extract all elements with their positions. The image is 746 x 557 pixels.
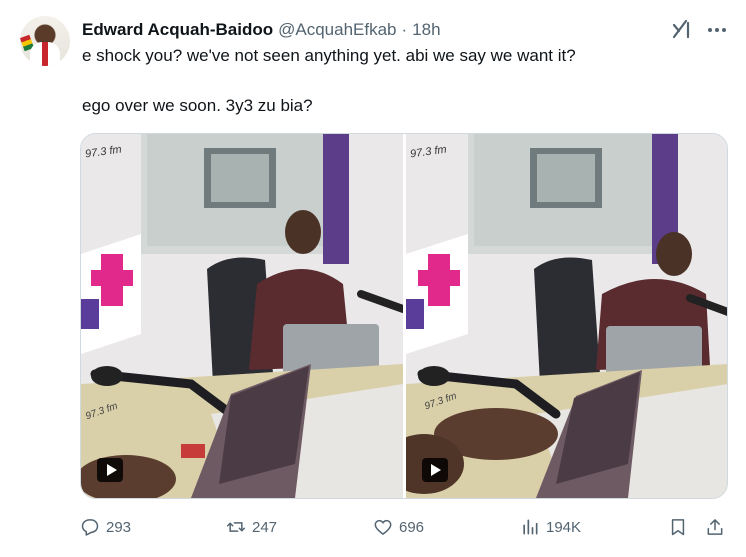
retweet-count: 247 bbox=[252, 518, 278, 536]
tweet-text-line-1: e shock you? we've not seen anything yet… bbox=[82, 46, 576, 65]
reply-button[interactable]: 293 bbox=[80, 514, 131, 540]
like-button[interactable]: 696 bbox=[373, 514, 424, 540]
author-name[interactable]: Edward Acquah-Baidoo bbox=[82, 20, 273, 40]
header-separator: · bbox=[401, 20, 408, 39]
views-count: 194K bbox=[546, 518, 582, 536]
action-bar: 293 247 696 194K bbox=[80, 514, 730, 540]
play-icon[interactable] bbox=[421, 458, 448, 482]
reply-count: 293 bbox=[106, 518, 132, 536]
heart-icon bbox=[374, 519, 392, 535]
author-handle[interactable]: @AcquahEfkab bbox=[278, 20, 396, 40]
share-icon bbox=[707, 519, 723, 535]
more-icon[interactable] bbox=[706, 19, 728, 41]
avatar-shirt bbox=[30, 42, 60, 66]
like-count: 696 bbox=[399, 518, 425, 536]
bookmark-button[interactable] bbox=[668, 514, 688, 540]
views-button[interactable]: 194K bbox=[520, 514, 581, 540]
video-frame-1[interactable]: 97.3 fm 97.3 fm bbox=[81, 134, 403, 498]
video-frame-1-scene bbox=[81, 134, 403, 498]
share-button[interactable] bbox=[705, 514, 725, 540]
media-grid: 97.3 fm 97.3 fm 97.3 fm 97.3 fm bbox=[80, 133, 728, 499]
views-icon bbox=[523, 519, 538, 535]
video-frame-2[interactable]: 97.3 fm 97.3 fm bbox=[405, 134, 727, 498]
reply-icon bbox=[81, 519, 99, 536]
retweet-icon bbox=[226, 522, 246, 532]
grok-icon[interactable] bbox=[670, 17, 694, 41]
tweet-card[interactable]: Edward Acquah-Baidoo @AcquahEfkab · 18h … bbox=[0, 0, 746, 557]
timestamp[interactable]: 18h bbox=[412, 20, 440, 40]
retweet-button[interactable]: 247 bbox=[226, 514, 277, 540]
tweet-header: Edward Acquah-Baidoo @AcquahEfkab · 18h bbox=[82, 19, 441, 41]
tweet-text-line-2: ego over we soon. 3y3 zu bia? bbox=[82, 96, 313, 115]
bookmark-icon bbox=[671, 519, 685, 536]
video-frame-2-scene bbox=[405, 134, 727, 498]
avatar[interactable] bbox=[20, 16, 70, 66]
play-icon[interactable] bbox=[97, 458, 123, 482]
